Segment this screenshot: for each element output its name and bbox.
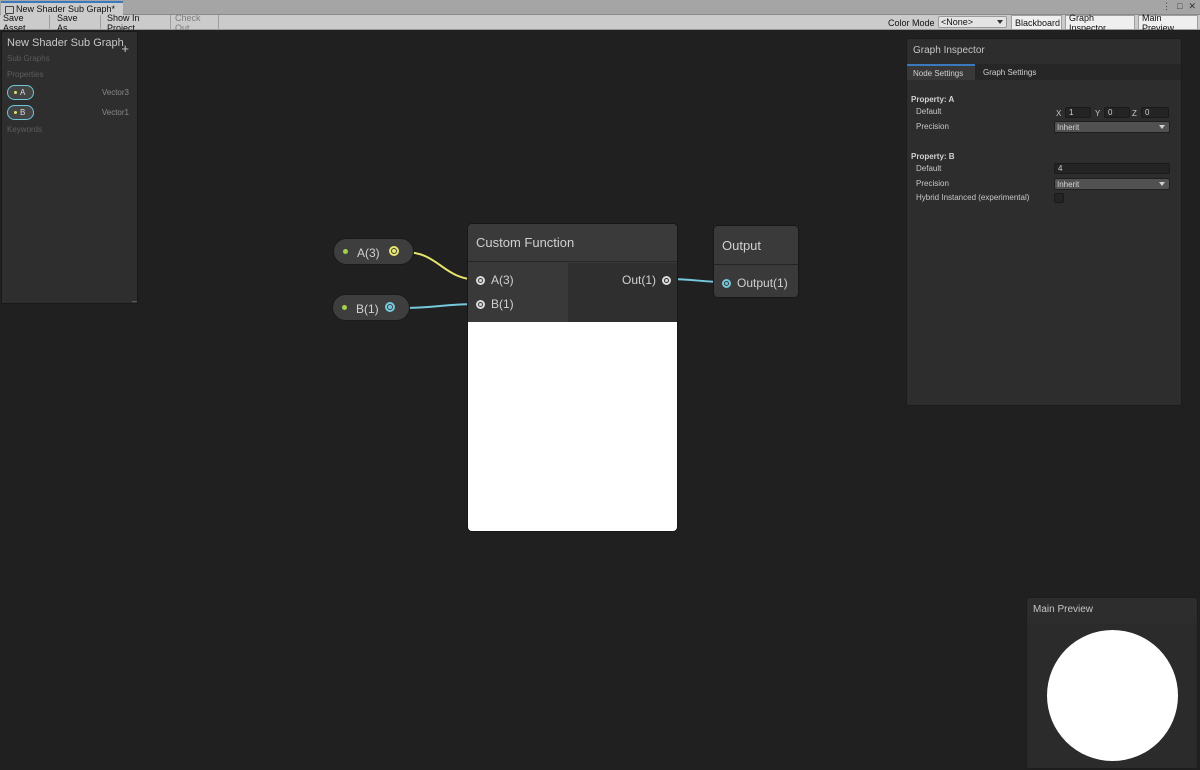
resize-handle[interactable]: – <box>132 296 137 306</box>
main-preview-title: Main Preview <box>1033 604 1094 615</box>
input-slot-output[interactable]: Output(1) <box>722 276 788 290</box>
precision-value: Inherit <box>1057 122 1080 132</box>
property-type: Vector3 <box>101 88 129 97</box>
property-pill-b[interactable]: B <box>7 105 34 120</box>
node-title: Output <box>714 226 798 265</box>
z-axis-label: Z <box>1132 109 1137 118</box>
property-node-dot <box>342 305 347 310</box>
y-axis-label: Y <box>1095 109 1101 118</box>
property-pill-a[interactable]: A <box>7 85 34 100</box>
output-port-icon[interactable] <box>662 275 671 285</box>
property-type-dot <box>14 91 17 94</box>
main-preview-panel: Main Preview <box>1026 597 1198 769</box>
property-name: A <box>20 88 26 97</box>
blackboard-panel: New Shader Sub Graph + Sub Graphs Proper… <box>1 31 138 306</box>
tab-graph-settings[interactable]: Graph Settings <box>977 64 1047 80</box>
input-slot-a[interactable]: A(3) <box>476 273 514 287</box>
x-axis-label: X <box>1056 109 1062 118</box>
keywords-section-label: Keywords <box>7 125 43 134</box>
hybrid-instanced-label: Hybrid Instanced (experimental) <box>916 193 1030 202</box>
chevron-down-icon <box>1159 125 1165 129</box>
input-port-icon[interactable] <box>722 278 731 288</box>
property-type: Vector1 <box>101 108 129 117</box>
node-inputs: Output(1) <box>714 266 798 297</box>
default-x-field[interactable]: 1 <box>1065 107 1091 118</box>
blackboard-subtitle: Sub Graphs <box>7 54 50 63</box>
input-port-icon[interactable] <box>476 275 485 285</box>
property-b-heading: Property: B <box>911 152 955 161</box>
graph-inspector-panel: Graph Inspector Node Settings Graph Sett… <box>906 38 1182 406</box>
input-slot-label: A(3) <box>491 273 514 287</box>
preview-sphere <box>1047 630 1178 761</box>
property-a-heading: Property: A <box>911 95 955 104</box>
input-slot-label: B(1) <box>491 297 514 311</box>
property-type-dot <box>14 111 17 114</box>
default-z-field[interactable]: 0 <box>1141 107 1169 118</box>
inspector-tabs: Node Settings Graph Settings <box>907 64 1181 80</box>
output-slot-label: Out(1) <box>621 273 656 287</box>
default-value-field[interactable]: 4 <box>1054 163 1170 174</box>
properties-section-label: Properties <box>7 70 44 79</box>
precision-dropdown-b[interactable]: Inherit <box>1054 178 1170 190</box>
node-outputs: Out(1) <box>568 263 677 322</box>
precision-label: Precision <box>916 122 949 131</box>
output-port-icon[interactable] <box>389 246 399 256</box>
output-node[interactable]: Output Output(1) <box>713 225 799 298</box>
property-node-dot <box>343 249 348 254</box>
node-title: Custom Function <box>468 224 677 262</box>
precision-dropdown-a[interactable]: Inherit <box>1054 121 1170 133</box>
precision-value: Inherit <box>1057 179 1080 189</box>
property-node-label: A(3) <box>357 246 380 260</box>
tab-node-settings[interactable]: Node Settings <box>907 64 975 80</box>
node-preview <box>468 322 677 531</box>
input-port-icon[interactable] <box>476 299 485 309</box>
default-label: Default <box>916 107 942 116</box>
inspector-title: Graph Inspector <box>913 45 985 56</box>
hybrid-instanced-checkbox[interactable] <box>1054 193 1064 203</box>
node-inputs: A(3) B(1) <box>468 263 568 322</box>
add-property-button[interactable]: + <box>121 42 129 55</box>
default-label: Default <box>916 164 942 173</box>
output-slot-out[interactable]: Out(1) <box>622 273 671 287</box>
input-slot-b[interactable]: B(1) <box>476 297 514 311</box>
output-port-icon[interactable] <box>385 302 395 312</box>
main-preview-viewport[interactable] <box>1027 623 1197 768</box>
input-slot-label: Output(1) <box>737 276 788 290</box>
property-node-b[interactable]: B(1) <box>332 294 410 321</box>
property-name: B <box>20 108 26 117</box>
custom-function-node[interactable]: Custom Function A(3) B(1) Out(1) <box>467 223 678 532</box>
property-node-label: B(1) <box>356 302 379 316</box>
default-y-field[interactable]: 0 <box>1104 107 1130 118</box>
blackboard-property-row[interactable]: B Vector1 <box>7 105 132 121</box>
blackboard-property-row[interactable]: A Vector3 <box>7 85 132 101</box>
property-node-a[interactable]: A(3) <box>333 238 414 265</box>
chevron-down-icon <box>1159 182 1165 186</box>
blackboard-title: New Shader Sub Graph <box>7 37 124 49</box>
precision-label: Precision <box>916 179 949 188</box>
